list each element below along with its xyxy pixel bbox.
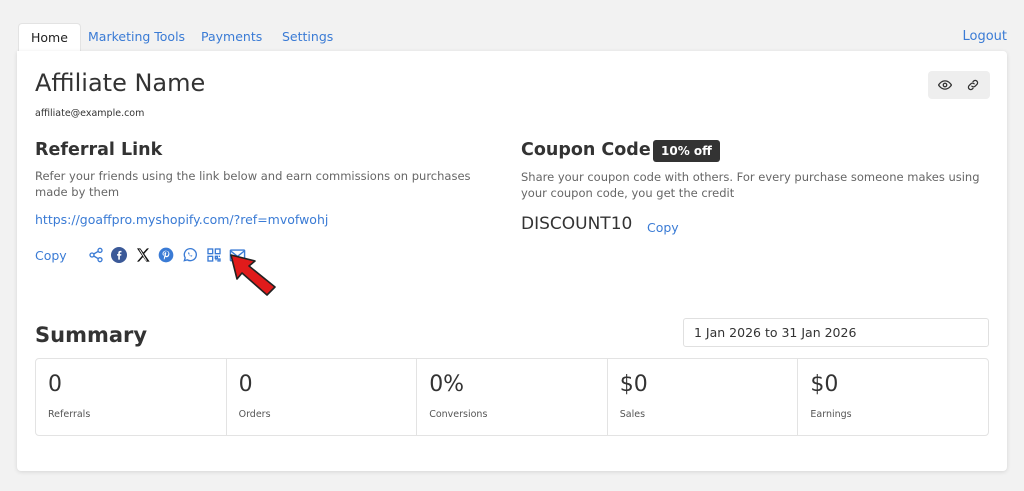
link-icon[interactable] (966, 78, 980, 92)
share-icon[interactable] (88, 247, 104, 263)
eye-icon[interactable] (938, 78, 952, 92)
stat-value: $0 (810, 372, 839, 397)
tab-payments[interactable]: Payments (201, 23, 262, 52)
stat-label: Orders (238, 409, 271, 420)
pointer-arrow-icon (230, 254, 276, 296)
stat-label: Sales (619, 409, 646, 420)
summary-stats: 0 Referrals 0 Orders 0% Conversions $0 S… (35, 358, 989, 436)
copy-referral-button[interactable]: Copy (35, 248, 67, 263)
coupon-title: Coupon Code (521, 140, 651, 160)
discount-badge: 10% off (653, 140, 720, 162)
affiliate-name: Affiliate Name (35, 69, 206, 97)
stat-referrals: 0 Referrals (36, 359, 227, 435)
date-range-picker[interactable]: 1 Jan 2026 to 31 Jan 2026 (683, 318, 989, 347)
tab-marketing-tools[interactable]: Marketing Tools (88, 23, 185, 52)
stat-conversions: 0% Conversions (417, 359, 608, 435)
stat-value: 0% (429, 372, 465, 397)
stat-value: 0 (48, 372, 62, 397)
stat-label: Referrals (48, 409, 91, 420)
logout-link[interactable]: Logout (962, 23, 1007, 52)
stat-label: Conversions (429, 409, 488, 420)
facebook-icon[interactable] (111, 247, 127, 263)
coupon-description: Share your coupon code with others. For … (521, 170, 980, 200)
summary-title: Summary (35, 323, 148, 347)
pinterest-icon[interactable] (158, 247, 174, 263)
whatsapp-icon[interactable] (182, 247, 198, 263)
header-icon-group (928, 71, 990, 99)
affiliate-email: affiliate@example.com (35, 108, 145, 119)
stat-value: $0 (619, 372, 648, 397)
tab-home[interactable]: Home (18, 23, 81, 52)
stat-sales: $0 Sales (608, 359, 799, 435)
stat-value: 0 (238, 372, 253, 397)
referral-link[interactable]: https://goaffpro.myshopify.com/?ref=mvof… (35, 212, 328, 227)
coupon-code-value: DISCOUNT10 (521, 214, 633, 234)
stat-orders: 0 Orders (227, 359, 418, 435)
referral-description: Refer your friends using the link below … (35, 169, 471, 199)
home-panel: Affiliate Name affiliate@example.com Ref… (17, 51, 1007, 471)
referral-title: Referral Link (35, 140, 163, 160)
tab-settings[interactable]: Settings (282, 23, 333, 52)
qr-code-icon[interactable] (206, 247, 222, 263)
tab-bar: Home Marketing Tools Payments Settings L… (18, 23, 1007, 52)
copy-coupon-button[interactable]: Copy (647, 220, 679, 235)
x-icon[interactable] (135, 247, 151, 263)
stat-label: Earnings (810, 409, 852, 420)
stat-earnings: $0 Earnings (798, 359, 988, 435)
